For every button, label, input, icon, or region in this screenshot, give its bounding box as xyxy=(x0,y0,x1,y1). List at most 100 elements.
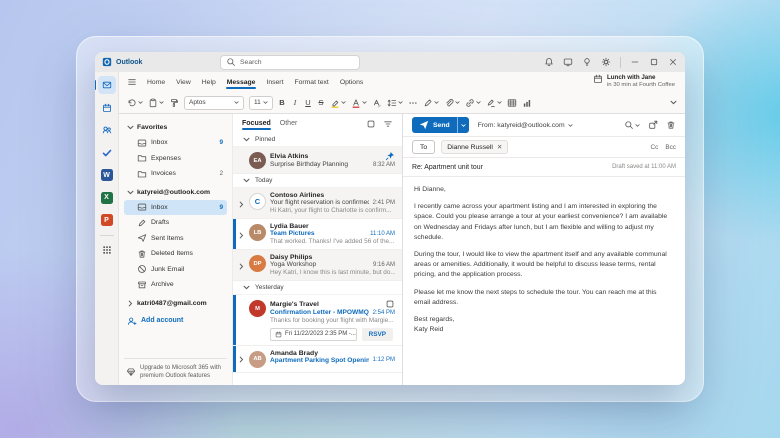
folder-inbox-selected[interactable]: Inbox 9 xyxy=(124,199,227,215)
undo-button[interactable] xyxy=(127,98,143,108)
font-color-button[interactable] xyxy=(351,98,367,108)
attach-file-button[interactable] xyxy=(444,98,460,108)
send-options-chevron[interactable] xyxy=(456,117,469,133)
insert-link-button[interactable] xyxy=(465,98,481,108)
signature-button[interactable] xyxy=(486,98,502,108)
to-button[interactable]: To xyxy=(412,140,436,154)
folder-drafts[interactable]: Drafts xyxy=(124,215,227,231)
rail-people[interactable] xyxy=(98,121,116,139)
bold-button[interactable]: B xyxy=(278,98,286,107)
tab-format-text[interactable]: Format text xyxy=(293,77,329,88)
expand-conversation-icon[interactable] xyxy=(238,194,245,214)
message-row-amanda[interactable]: AB Amanda Brady Apartment Parking Spot O… xyxy=(233,345,402,373)
maximize-button[interactable] xyxy=(649,57,659,67)
rail-calendar[interactable] xyxy=(98,99,116,117)
tab-focused[interactable]: Focused xyxy=(242,117,271,130)
paste-button[interactable] xyxy=(148,98,164,108)
line-spacing-button[interactable] xyxy=(387,98,403,108)
settings-gear-icon[interactable] xyxy=(601,57,611,67)
tab-help[interactable]: Help xyxy=(201,77,217,88)
rail-powerpoint[interactable]: P xyxy=(98,211,116,229)
expand-conversation-icon[interactable] xyxy=(238,256,245,276)
remove-recipient-icon[interactable]: ✕ xyxy=(497,143,502,151)
rail-todo[interactable] xyxy=(98,144,116,162)
folder-label: Drafts xyxy=(151,219,170,227)
editor-button[interactable] xyxy=(423,98,439,108)
expand-conversation-icon[interactable] xyxy=(238,225,245,245)
collapse-ribbon-button[interactable] xyxy=(670,99,677,106)
subject-field[interactable]: Re: Apartment unit tour xyxy=(412,164,483,171)
sent-plane-icon xyxy=(137,233,147,243)
signature-name: Katy Reid xyxy=(414,326,444,334)
meeting-reminder[interactable]: Lunch with Jane in 30 min at Fourth Coff… xyxy=(593,74,677,89)
tab-home[interactable]: Home xyxy=(146,77,166,88)
tab-insert[interactable]: Insert xyxy=(265,77,284,88)
section-yesterday[interactable]: Yesterday xyxy=(233,281,402,295)
folder-sent-items[interactable]: Sent Items xyxy=(124,231,227,247)
select-messages-icon[interactable] xyxy=(366,119,376,129)
hamburger-menu-icon[interactable] xyxy=(127,77,137,87)
open-in-new-window-icon[interactable] xyxy=(648,120,658,130)
rail-mail[interactable] xyxy=(95,76,116,94)
add-account-button[interactable]: Add account xyxy=(124,313,227,329)
strikethrough-button[interactable]: S xyxy=(317,98,325,107)
upgrade-banner[interactable]: Upgrade to Microsoft 365 with premium Ou… xyxy=(124,358,227,380)
tips-icon[interactable] xyxy=(582,57,592,67)
filter-icon[interactable] xyxy=(383,119,393,129)
rail-excel[interactable]: X xyxy=(98,189,116,207)
from-selector[interactable]: From: katyreid@outlook.com xyxy=(478,122,573,129)
meeting-time-chip[interactable]: Fri 11/22/2023 2:35 PM -... xyxy=(270,327,357,341)
minimize-button[interactable] xyxy=(630,57,640,67)
cc-button[interactable]: Cc xyxy=(651,144,659,151)
message-row-lydia[interactable]: LB Lydia Bauer Team Pictures 11:10 AM Tha… xyxy=(233,219,402,250)
italic-button[interactable]: I xyxy=(291,98,299,107)
folder-inbox-favorite[interactable]: Inbox 9 xyxy=(124,135,227,151)
search-input[interactable]: Search xyxy=(220,54,360,70)
more-formatting-button[interactable] xyxy=(408,98,418,108)
tab-options[interactable]: Options xyxy=(339,77,364,88)
underline-button[interactable]: U xyxy=(304,98,312,107)
recipient-chip[interactable]: Dianne Russell ✕ xyxy=(441,140,509,154)
section-pinned[interactable]: Pinned xyxy=(233,133,402,147)
reminder-subtitle: in 30 min at Fourth Coffee xyxy=(607,82,675,89)
feedback-icon[interactable] xyxy=(563,57,573,67)
font-family-dropdown[interactable]: Aptos xyxy=(184,95,244,110)
notifications-icon[interactable] xyxy=(544,57,554,67)
folder-junk-email[interactable]: Junk Email xyxy=(124,262,227,278)
message-row-contoso[interactable]: C Contoso Airlines Your flight reservati… xyxy=(233,188,402,219)
rail-more-apps[interactable] xyxy=(98,241,116,259)
insert-chart-button[interactable] xyxy=(522,98,532,108)
message-row-daisy[interactable]: DP Daisy Philips Yoga Workshop 9:16 AM He… xyxy=(233,250,402,281)
message-row-elvia[interactable]: EA Elvia Atkins Surprise Birthday Planni… xyxy=(233,147,402,174)
folder-archive[interactable]: Archive xyxy=(124,277,227,293)
discard-trash-icon[interactable] xyxy=(666,120,676,130)
ribbon-tabs: Home View Help Message Insert Format tex… xyxy=(119,72,685,92)
message-body-editor[interactable]: Hi Dianne, I recently came across your a… xyxy=(403,177,685,385)
rsvp-button[interactable]: RSVP xyxy=(361,327,393,341)
format-painter-button[interactable] xyxy=(169,98,179,108)
section-today[interactable]: Today xyxy=(233,174,402,188)
send-button[interactable]: Send xyxy=(412,117,469,133)
folder-deleted-items[interactable]: Deleted Items xyxy=(124,246,227,262)
body-paragraph: Best regards, xyxy=(414,315,455,323)
highlight-button[interactable] xyxy=(330,98,346,108)
editor-zoom-button[interactable] xyxy=(624,120,640,130)
close-button[interactable] xyxy=(668,57,678,67)
favorites-header[interactable]: Favorites xyxy=(124,120,227,135)
collapsed-account[interactable]: katri0487@gmail.com xyxy=(124,296,227,311)
insert-table-button[interactable] xyxy=(507,98,517,108)
bcc-button[interactable]: Bcc xyxy=(665,144,676,151)
expand-conversation-icon[interactable] xyxy=(238,352,245,368)
folder-invoices[interactable]: Invoices 2 xyxy=(124,166,227,182)
tab-message[interactable]: Message xyxy=(225,77,257,89)
folder-expenses[interactable]: Expenses xyxy=(124,151,227,167)
avatar: DP xyxy=(249,255,266,272)
message-row-margie[interactable]: M Margie's Travel Confirmation Letter - … xyxy=(233,295,402,346)
account-header[interactable]: katyreid@outlook.com xyxy=(124,185,227,200)
font-size-dropdown[interactable]: 11 xyxy=(249,95,273,110)
clear-formatting-button[interactable] xyxy=(372,98,382,108)
tab-other[interactable]: Other xyxy=(280,117,298,130)
tab-view[interactable]: View xyxy=(175,77,192,88)
outlook-logo xyxy=(102,57,112,67)
rail-word[interactable]: W xyxy=(98,166,116,184)
